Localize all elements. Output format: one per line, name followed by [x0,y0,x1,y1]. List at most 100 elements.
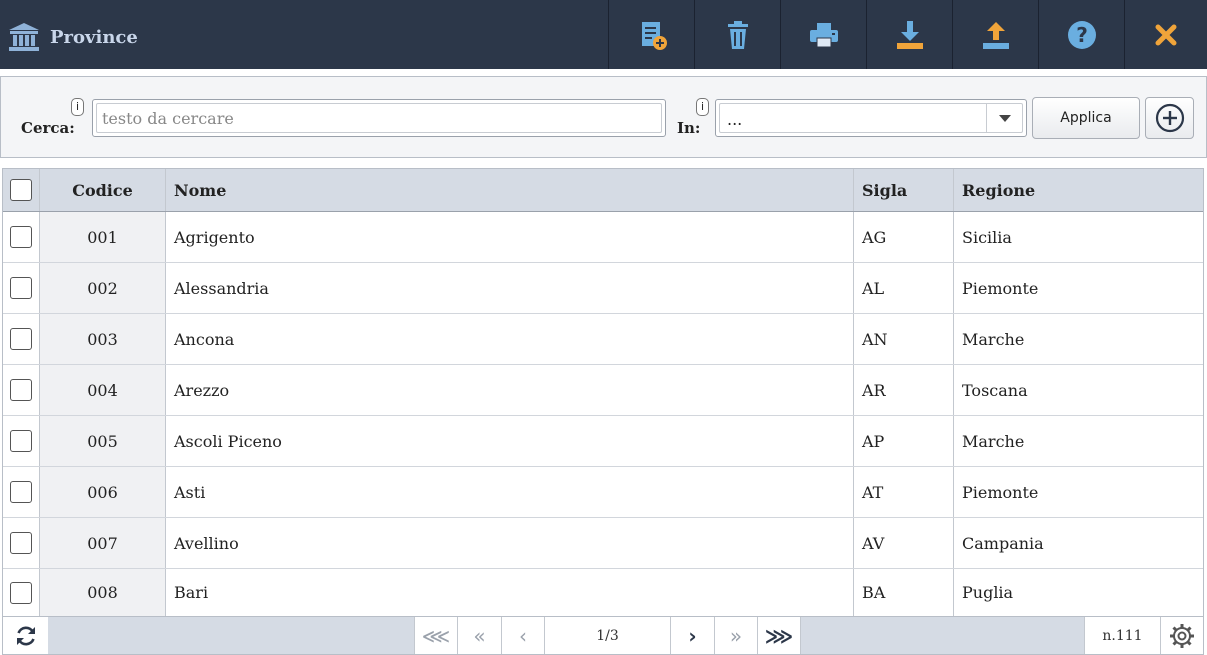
close-icon [1155,24,1177,45]
row-checkbox[interactable] [10,532,32,554]
row-checkbox[interactable] [10,379,32,401]
upload-button[interactable] [952,0,1038,69]
row-checkbox[interactable] [10,277,32,299]
gear-icon [1170,623,1194,648]
cell-codice: 008 [40,569,166,616]
first-page-button[interactable]: ⋘ [414,617,457,654]
title-area: Province [8,22,138,52]
table-row[interactable]: 004 Arezzo AR Toscana [3,365,1203,416]
next-group-button[interactable]: » [714,617,757,654]
table-row[interactable]: 006 Asti AT Piemonte [3,467,1203,518]
row-checkbox-cell [3,416,40,466]
cell-sigla: AN [854,314,954,364]
cell-codice: 004 [40,365,166,415]
search-bar: Cerca: i In: i ... Applica [0,76,1207,158]
table-row[interactable]: 007 Avellino AV Campania [3,518,1203,569]
refresh-button[interactable] [3,617,48,654]
cell-nome: Avellino [166,518,854,568]
cell-nome: Ancona [166,314,854,364]
grid-header: Codice Nome Sigla Regione [3,169,1203,212]
cell-codice: 002 [40,263,166,313]
cell-sigla: AT [854,467,954,517]
cell-regione: Marche [962,431,1025,451]
row-checkbox[interactable] [10,481,32,503]
help-button[interactable]: ? [1038,0,1124,69]
cell-codice: 007 [40,518,166,568]
row-checkbox[interactable] [10,328,32,350]
table-row[interactable]: 005 Ascoli Piceno AP Marche [3,416,1203,467]
cell-nome: Alessandria [166,263,854,313]
cell-regione: Marche [962,329,1025,349]
table-row[interactable]: 008 Bari BA Puglia [3,569,1203,616]
row-checkbox-cell [3,314,40,364]
search-field-select[interactable]: ... [715,99,1027,137]
table-row[interactable]: 003 Ancona AN Marche [3,314,1203,365]
search-info-badge[interactable]: i [71,98,84,116]
upload-icon [982,21,1009,49]
column-header-regione[interactable]: Regione [954,169,1203,211]
search-field-select-inner: ... [719,103,1023,133]
grid-footer: ⋘ « ‹ 1/3 › » ⋙ n.111 [2,616,1204,655]
app-header: Province ? [0,0,1207,69]
table-row[interactable]: 001 Agrigento AG Sicilia [3,212,1203,263]
svg-text:?: ? [1076,23,1088,47]
row-checkbox[interactable] [10,226,32,248]
settings-button[interactable] [1160,617,1203,654]
last-page-button[interactable]: ⋙ [757,617,801,654]
next-page-button[interactable]: › [670,617,714,654]
new-document-icon [641,21,667,50]
cell-regione: Campania [962,533,1044,553]
prev-group-button[interactable]: « [457,617,501,654]
add-filter-button[interactable] [1145,97,1194,139]
cell-codice: 001 [40,212,166,262]
cell-regione: Toscana [962,380,1028,400]
close-button[interactable] [1124,0,1207,69]
refresh-icon [16,626,35,645]
cell-nome: Ascoli Piceno [166,416,854,466]
row-checkbox-cell [3,212,40,262]
cell-regione: Sicilia [962,227,1012,247]
search-label: Cerca: [21,119,75,137]
column-header-nome[interactable]: Nome [166,169,854,211]
row-checkbox-cell [3,467,40,517]
download-button[interactable] [866,0,952,69]
plus-circle-icon [1155,103,1184,133]
cell-sigla: AV [854,518,954,568]
delete-button[interactable] [694,0,780,69]
row-checkbox[interactable] [10,430,32,452]
cell-nome: Arezzo [166,365,854,415]
cell-sigla: BA [854,569,954,616]
cell-codice: 006 [40,467,166,517]
print-button[interactable] [780,0,866,69]
cell-regione: Piemonte [962,482,1039,502]
dropdown-arrow[interactable] [986,104,1022,132]
column-header-sigla[interactable]: Sigla [854,169,954,211]
trash-icon [727,20,748,49]
page-title: Province [50,26,138,48]
cell-sigla: AP [854,416,954,466]
cell-sigla: AG [854,212,954,262]
data-grid: Codice Nome Sigla Regione 001 Agrigento … [2,168,1204,655]
select-all-checkbox[interactable] [10,179,32,201]
new-document-button[interactable] [608,0,694,69]
printer-icon [809,22,838,47]
apply-button[interactable]: Applica [1032,97,1140,139]
column-header-codice[interactable]: Codice [40,169,166,211]
row-checkbox[interactable] [10,581,32,604]
chevron-down-icon [998,114,1011,122]
cell-nome: Bari [166,569,854,616]
cell-sigla: AR [854,365,954,415]
header-checkbox-cell [3,169,40,211]
cell-nome: Asti [166,467,854,517]
search-input[interactable] [96,103,662,133]
search-input-wrap [92,99,666,137]
cell-sigla: AL [854,263,954,313]
table-row[interactable]: 002 Alessandria AL Piemonte [3,263,1203,314]
row-checkbox-cell [3,365,40,415]
search-field-select-value: ... [727,110,743,129]
help-icon: ? [1067,20,1096,49]
in-info-badge[interactable]: i [696,98,709,116]
row-checkbox-cell [3,518,40,568]
institution-icon [9,23,39,51]
prev-page-button[interactable]: ‹ [501,617,544,654]
